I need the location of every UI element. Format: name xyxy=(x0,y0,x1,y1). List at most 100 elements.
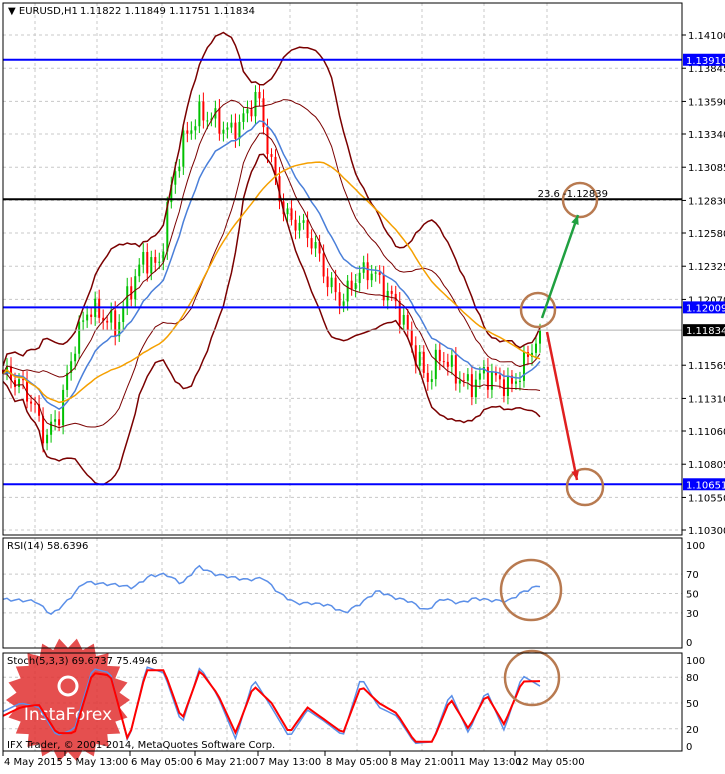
candle-bullish xyxy=(254,91,257,117)
candle-bullish xyxy=(386,290,389,301)
candle-bearish xyxy=(410,330,413,346)
time-tick-label: 6 May 05:00 xyxy=(131,757,193,768)
candle-bullish xyxy=(354,283,357,290)
price-tick-label: 1.13085 xyxy=(688,163,725,174)
candle-bullish xyxy=(474,379,477,398)
time-tick-label: 5 May 13:00 xyxy=(66,757,128,768)
candle-bullish xyxy=(238,121,241,139)
candle-bearish xyxy=(114,310,117,337)
candle-bullish xyxy=(434,349,437,380)
candle-bearish xyxy=(498,375,501,380)
chart-canvas: InstaForex 4 May 2015 5 May 13:00 6 May 05… xyxy=(0,0,725,770)
candle-bullish xyxy=(54,419,57,422)
time-tick-label: 11 May 13:00 xyxy=(453,757,522,768)
candle-bearish xyxy=(334,277,337,293)
candle-bearish xyxy=(322,253,325,277)
candle-bearish xyxy=(366,262,369,281)
rsi-tick-label: 30 xyxy=(686,609,699,620)
candle-bearish xyxy=(90,314,93,317)
candle-bullish xyxy=(430,379,433,382)
fib-label: 23.6 -1.12839 xyxy=(538,189,608,200)
time-tick-label: 6 May 21:00 xyxy=(196,757,258,768)
candle-bullish xyxy=(190,130,193,134)
price-tick-label: 1.11565 xyxy=(688,361,725,372)
candle-bullish xyxy=(122,307,125,322)
candle-bearish xyxy=(146,251,149,274)
chart-header-symbol: ▼ EURUSD,H1 xyxy=(8,6,78,17)
candle-bullish xyxy=(518,380,521,382)
candle-bearish xyxy=(186,130,189,134)
stoch-tick-label: 0 xyxy=(686,742,692,753)
candle-bullish xyxy=(194,126,197,131)
candle-bullish xyxy=(314,242,317,249)
candle-bearish xyxy=(438,349,441,362)
candle-bearish xyxy=(306,220,309,239)
candle-bullish xyxy=(402,314,405,325)
candle-bearish xyxy=(154,257,157,263)
candle-bearish xyxy=(338,292,341,306)
price-tick-label: 1.10550 xyxy=(688,493,725,504)
candle-bullish xyxy=(134,276,137,300)
candle-bullish xyxy=(298,222,301,231)
candle-bullish xyxy=(18,379,21,388)
candle-bullish xyxy=(46,434,49,444)
candle-bearish xyxy=(58,419,61,426)
candle-bullish xyxy=(458,380,461,384)
candle-bearish xyxy=(442,361,445,363)
candle-bullish xyxy=(82,320,85,322)
stoch-tick-label: 50 xyxy=(686,699,699,710)
candle-bearish xyxy=(326,276,329,288)
candle-bullish xyxy=(522,352,525,381)
price-tick-label: 1.11310 xyxy=(688,394,725,405)
price-tick-label: 1.12830 xyxy=(688,196,725,207)
candle-bearish xyxy=(266,127,269,155)
candle-bullish xyxy=(514,381,517,384)
candle-bearish xyxy=(378,272,381,275)
candle-bearish xyxy=(310,238,313,249)
price-tick-label: 1.11060 xyxy=(688,427,725,438)
candle-bearish xyxy=(390,290,393,294)
rsi-tick-label: 0 xyxy=(686,638,692,649)
candle-bullish xyxy=(182,130,185,167)
candle-bullish xyxy=(206,120,209,122)
candle-bullish xyxy=(358,272,361,284)
candle-bullish xyxy=(418,351,421,366)
time-tick-label: 8 May 21:00 xyxy=(391,757,453,768)
candle-bearish xyxy=(446,361,449,367)
rsi-tick-label: 50 xyxy=(686,590,699,601)
candle-bearish xyxy=(294,219,297,231)
candle-bearish xyxy=(258,91,261,99)
rsi-title: RSI(14) 58.6396 xyxy=(7,541,88,552)
candle-bearish xyxy=(290,208,293,220)
candle-bullish xyxy=(226,127,229,130)
candle-bearish xyxy=(218,108,221,134)
candle-bullish xyxy=(178,166,181,172)
candle-bullish xyxy=(466,374,469,381)
candle-bullish xyxy=(370,273,373,281)
candle-bearish xyxy=(42,415,45,444)
candle-bullish xyxy=(374,272,377,274)
price-tick-label: 1.10805 xyxy=(688,460,725,471)
price-tick-label: 1.13590 xyxy=(688,97,725,108)
stoch-tick-label: 100 xyxy=(686,656,705,667)
candle-bearish xyxy=(454,355,457,384)
candle-bearish xyxy=(22,379,25,381)
candle-bullish xyxy=(138,264,141,277)
candle-bearish xyxy=(406,314,409,331)
candle-bullish xyxy=(142,251,145,265)
candle-bullish xyxy=(346,280,349,302)
background xyxy=(0,0,725,770)
candle-bullish xyxy=(86,314,89,321)
price-label: 1.13910 xyxy=(686,56,725,67)
price-tick-label: 1.12580 xyxy=(688,229,725,240)
candle-bullish xyxy=(230,122,233,128)
candle-bearish xyxy=(30,401,33,404)
price-tick-label: 1.12325 xyxy=(688,262,725,273)
candle-bullish xyxy=(198,101,201,127)
candle-bullish xyxy=(158,261,161,263)
candle-bearish xyxy=(426,372,429,382)
price-tick-label: 1.14100 xyxy=(688,31,725,42)
candle-bullish xyxy=(478,373,481,380)
logo-text: InstaForex xyxy=(24,705,112,725)
stoch-tick-label: 20 xyxy=(686,725,699,736)
